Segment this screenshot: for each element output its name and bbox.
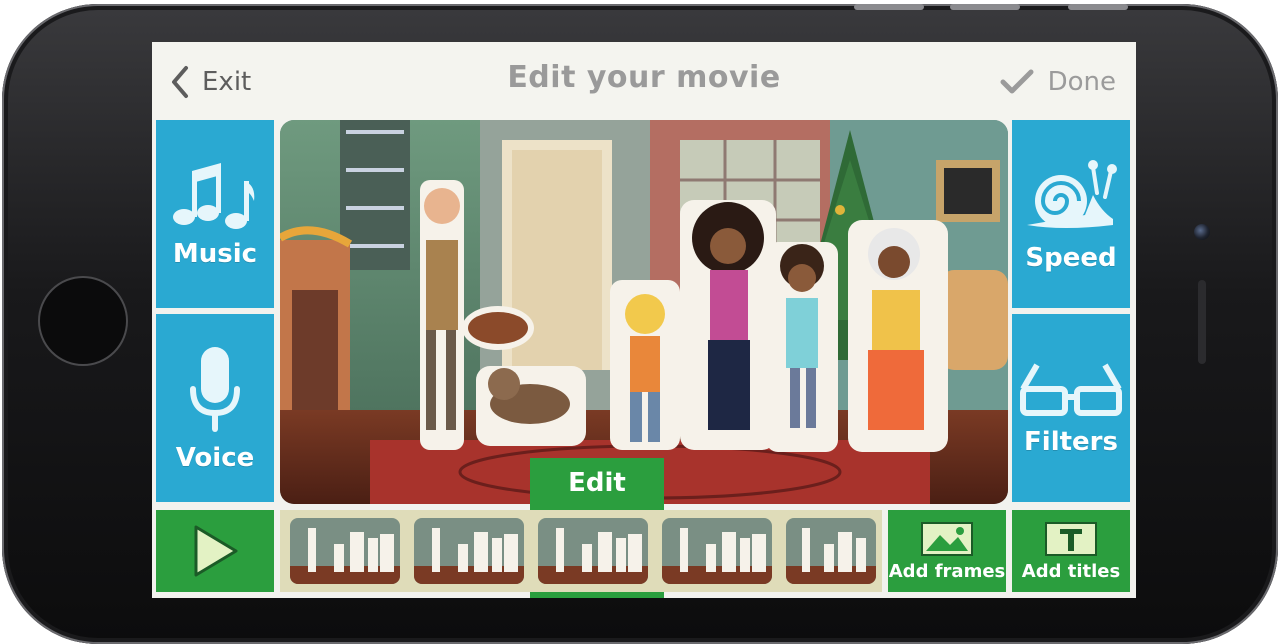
voice-label: Voice [175, 443, 255, 473]
checkmark-icon [1000, 69, 1034, 94]
frame-thumbnail[interactable] [290, 518, 400, 584]
voice-button[interactable]: Voice [156, 314, 274, 502]
top-bar: Exit Edit your movie Done [152, 42, 1136, 120]
filters-label: Filters [1024, 427, 1118, 457]
music-notes-icon [173, 163, 255, 229]
volume-button [854, 4, 924, 10]
frame-thumbnail[interactable] [662, 518, 772, 584]
scene-illustration [280, 120, 1008, 504]
add-titles-label: Add titles [1021, 560, 1121, 582]
page-title: Edit your movie [507, 60, 781, 95]
done-button[interactable]: Done [1000, 62, 1116, 102]
text-icon [1045, 521, 1097, 556]
edit-label: Edit [568, 468, 626, 498]
front-camera [1194, 224, 1210, 240]
done-label: Done [1047, 67, 1116, 97]
filmstrip [280, 510, 882, 592]
add-frames-button[interactable]: Add frames [888, 510, 1006, 592]
frame-thumbnail[interactable] [414, 518, 524, 584]
microphone-icon [190, 347, 240, 432]
add-frames-label: Add frames [888, 560, 1006, 582]
snail-icon [1027, 160, 1117, 228]
phone-frame: Exit Edit your movie Done Music Voice Sp… [2, 4, 1278, 644]
music-button[interactable]: Music [156, 120, 274, 308]
movie-preview[interactable] [280, 120, 1008, 504]
frame-thumbnail[interactable] [538, 518, 648, 584]
frame-thumbnail[interactable] [786, 518, 876, 584]
music-label: Music [172, 239, 258, 269]
play-icon [194, 525, 238, 577]
mute-switch [1068, 4, 1128, 10]
image-icon [921, 521, 973, 556]
speed-button[interactable]: Speed [1012, 120, 1130, 308]
speed-label: Speed [1025, 243, 1117, 273]
3d-glasses-icon [1020, 363, 1122, 416]
play-button[interactable] [156, 510, 274, 592]
add-titles-button[interactable]: Add titles [1012, 510, 1130, 592]
filters-button[interactable]: Filters [1012, 314, 1130, 502]
home-button[interactable] [38, 276, 128, 366]
earpiece-speaker [1198, 280, 1206, 364]
app-screen: Exit Edit your movie Done Music Voice Sp… [152, 42, 1136, 598]
volume-button [950, 4, 1020, 10]
